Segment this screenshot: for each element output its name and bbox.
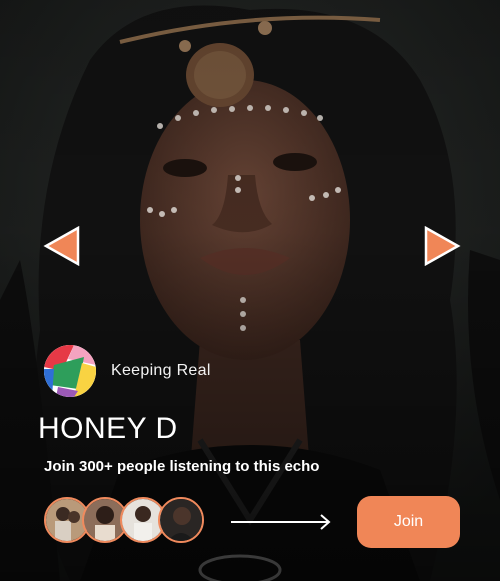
next-slide-button[interactable] [422,225,462,267]
avatar [158,497,204,543]
listener-avatars[interactable] [44,497,204,543]
community-logo [44,345,96,397]
previous-slide-button[interactable] [42,225,82,267]
chevron-right-icon [424,225,461,267]
community-name: Keeping Real [111,362,211,379]
chevron-left-icon [43,225,80,267]
echo-title: HONEY D [38,412,178,445]
hero-overlay [0,0,500,581]
community-header[interactable]: Keeping Real [44,345,211,397]
arrow-right-icon [231,514,331,530]
echo-card: Keeping Real HONEY D Join 300+ people li… [0,0,500,581]
echo-subtitle: Join 300+ people listening to this echo [44,458,320,475]
join-button[interactable]: Join [357,496,460,548]
